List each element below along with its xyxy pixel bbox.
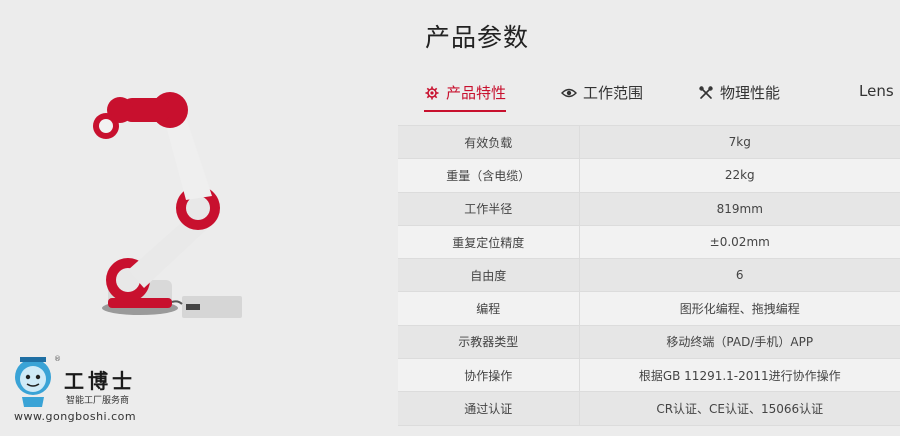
spec-key: 示教器类型 bbox=[398, 325, 580, 360]
gongboshi-watermark: ® 工博士 智能工厂服务商 www.gongboshi.com bbox=[8, 355, 168, 431]
tools-icon bbox=[698, 85, 714, 101]
spec-value: 图形化编程、拖拽编程 bbox=[579, 291, 900, 326]
spec-value: 根据GB 11291.1-2011进行协作操作 bbox=[579, 358, 900, 393]
spec-row: 示教器类型 移动终端（PAD/手机）APP bbox=[398, 325, 900, 360]
tab-label: Lens bbox=[859, 82, 894, 100]
spec-key: 有效负载 bbox=[398, 124, 580, 160]
spec-value: 819mm bbox=[579, 192, 900, 226]
spec-row: 自由度 6 bbox=[398, 258, 900, 293]
spec-key: 重量（含电缆） bbox=[398, 158, 580, 193]
spec-row: 协作操作 根据GB 11291.1-2011进行协作操作 bbox=[398, 358, 900, 393]
spec-row: 有效负载 7kg bbox=[398, 124, 900, 160]
tab-product-features[interactable]: 产品特性 bbox=[424, 82, 506, 103]
spec-row: 工作半径 819mm bbox=[398, 192, 900, 226]
spec-value: 移动终端（PAD/手机）APP bbox=[579, 325, 900, 360]
spec-key: 自由度 bbox=[398, 258, 580, 293]
tab-label: 物理性能 bbox=[720, 84, 781, 102]
mascot-logo bbox=[15, 357, 51, 407]
spec-key: 通过认证 bbox=[398, 391, 580, 426]
spec-key: 编程 bbox=[398, 291, 580, 326]
spec-table: 有效负载 7kg 重量（含电缆） 22kg 工作半径 819mm 重复定位精度 ±0.02mm… bbox=[398, 124, 900, 426]
tab-work-range[interactable]: 工作范围 bbox=[561, 82, 643, 103]
spec-value: 6 bbox=[579, 258, 900, 293]
spec-value: CR认证、CE认证、15066认证 bbox=[579, 391, 900, 426]
tab-label: 工作范围 bbox=[583, 84, 644, 102]
spec-row: 通过认证 CR认证、CE认证、15066认证 bbox=[398, 391, 900, 426]
brand-subtitle: 智能工厂服务商 bbox=[66, 396, 130, 406]
spec-row: 重量（含电缆） 22kg bbox=[398, 158, 900, 193]
brand-name: 工博士 bbox=[64, 369, 136, 393]
tab-physical-performance[interactable]: 物理性能 bbox=[698, 82, 780, 103]
spec-key: 重复定位精度 bbox=[398, 225, 580, 260]
spec-row: 重复定位精度 ±0.02mm bbox=[398, 225, 900, 260]
spec-tabs: 产品特性 工作范围 物理性能 Lens bbox=[398, 76, 900, 112]
spec-row: 编程 图形化编程、拖拽编程 bbox=[398, 291, 900, 326]
spec-value: ±0.02mm bbox=[579, 225, 900, 260]
spec-value: 7kg bbox=[579, 124, 900, 160]
tab-label: 产品特性 bbox=[446, 84, 507, 102]
active-tab-indicator bbox=[424, 110, 506, 112]
registered-mark: ® bbox=[54, 355, 61, 363]
spec-key: 协作操作 bbox=[398, 358, 580, 393]
tab-lens[interactable]: Lens bbox=[859, 82, 894, 100]
eye-icon bbox=[561, 85, 577, 101]
page-title: 产品参数 bbox=[425, 23, 530, 52]
brand-url: www.gongboshi.com bbox=[14, 410, 137, 423]
spec-key: 工作半径 bbox=[398, 192, 580, 226]
gear-icon bbox=[424, 85, 440, 101]
robot-arm-image bbox=[93, 92, 242, 318]
spec-value: 22kg bbox=[579, 158, 900, 193]
